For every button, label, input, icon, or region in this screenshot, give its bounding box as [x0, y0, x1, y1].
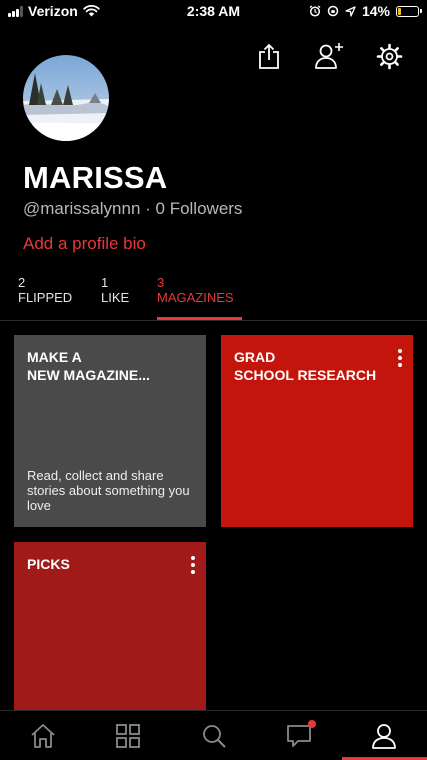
profile-actions: [253, 40, 405, 72]
location-icon: [345, 5, 356, 17]
profile-name: MARISSA: [23, 160, 168, 195]
tab-label: MAGAZINES: [157, 290, 234, 305]
new-magazine-tile[interactable]: MAKE A NEW MAGAZINE... Read, collect and…: [14, 335, 206, 527]
tile-description: Read, collect and share stories about so…: [27, 468, 190, 513]
tab-count: 1: [101, 275, 109, 290]
nav-profile[interactable]: [341, 711, 427, 760]
tab-flipped[interactable]: 2 FLIPPED: [18, 275, 72, 305]
magazine-tile[interactable]: PICKS: [14, 542, 206, 710]
magazine-tile[interactable]: GRAD SCHOOL RESEARCH: [221, 335, 413, 527]
tab-count: 2: [18, 275, 26, 290]
notification-badge: [307, 720, 316, 728]
nav-notifications[interactable]: [256, 711, 341, 760]
profile-handle: @marissalynnn: [23, 199, 141, 218]
add-user-icon[interactable]: [313, 40, 345, 72]
profile-meta: @marissalynnn · 0 Followers: [23, 199, 242, 219]
search-icon: [202, 724, 226, 748]
home-icon: [31, 723, 55, 748]
followers-count[interactable]: 0 Followers: [156, 199, 243, 218]
settings-icon[interactable]: [373, 40, 405, 72]
add-bio-link[interactable]: Add a profile bio: [23, 234, 146, 254]
tile-title: GRAD SCHOOL RESEARCH: [234, 349, 377, 383]
profile-icon: [372, 723, 397, 749]
grid-icon: [116, 723, 141, 748]
more-options-icon[interactable]: [395, 349, 405, 367]
orientation-lock-icon: [327, 5, 339, 17]
tab-magazines[interactable]: 3 MAGAZINES: [157, 275, 234, 305]
more-options-icon[interactable]: [188, 556, 198, 574]
nav-home[interactable]: [0, 711, 85, 760]
tab-label: FLIPPED: [18, 290, 73, 305]
tab-like[interactable]: 1 LIKE: [101, 275, 129, 305]
tab-label: LIKE: [101, 290, 130, 305]
active-tab-indicator: [157, 317, 242, 320]
meta-separator: ·: [140, 199, 156, 218]
battery-percent: 14%: [361, 3, 390, 19]
bottom-nav: [0, 710, 427, 760]
avatar[interactable]: [23, 55, 109, 141]
status-bar: Verizon 2:38 AM 14%: [0, 0, 427, 24]
battery-fill: [398, 7, 401, 15]
profile-tabs: 2 FLIPPED 1 LIKE 3 MAGAZINES: [0, 275, 427, 321]
tile-title: MAKE A NEW MAGAZINE...: [27, 349, 150, 383]
nav-explore[interactable]: [85, 711, 170, 760]
share-icon[interactable]: [253, 40, 285, 72]
alarm-icon: [309, 5, 321, 17]
nav-search[interactable]: [171, 711, 256, 760]
tab-count: 3: [157, 275, 165, 290]
tile-title: PICKS: [27, 556, 70, 572]
battery-icon: [396, 5, 422, 17]
